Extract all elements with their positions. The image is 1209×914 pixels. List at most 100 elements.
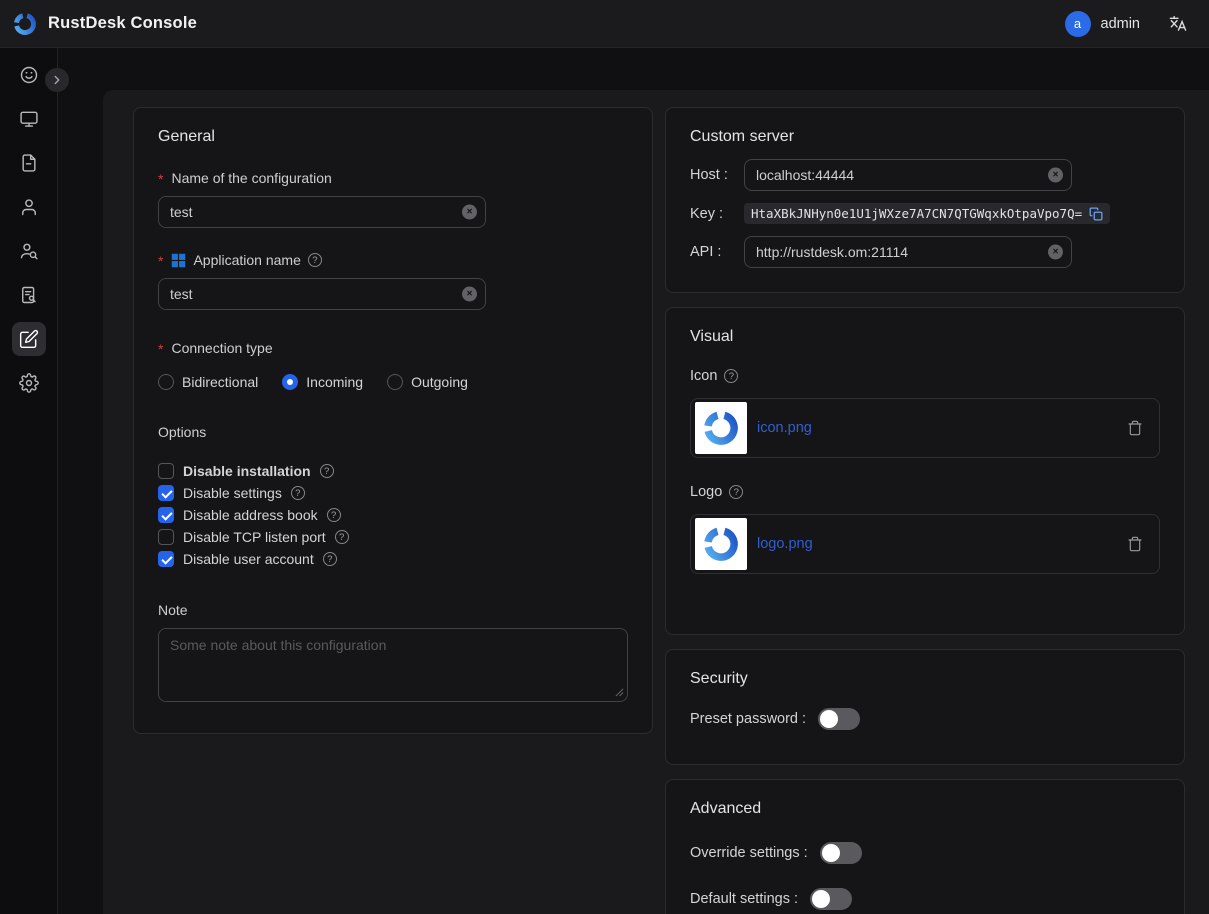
sidebar-item-settings[interactable]: [12, 366, 46, 400]
user-icon: [19, 197, 39, 217]
sidebar-item-console-config[interactable]: [12, 322, 46, 356]
clear-input-icon[interactable]: [1048, 168, 1063, 183]
logo-label: Logo: [690, 484, 1160, 500]
custom-server-title: Custom server: [690, 128, 1160, 146]
user-search-icon: [19, 241, 39, 261]
clear-input-icon[interactable]: [1048, 245, 1063, 260]
note-label: Note: [158, 602, 628, 618]
options-label: Options: [158, 424, 628, 440]
application-name-label: Application name: [158, 252, 628, 268]
note-textarea[interactable]: [158, 628, 628, 702]
help-icon[interactable]: [335, 530, 349, 544]
server-key-value: HtaXBkJNHyn0e1U1jWXze7A7CN7QTGWqxkOtpaVp…: [751, 206, 1082, 221]
checkbox-box[interactable]: [158, 507, 174, 523]
checkbox-box[interactable]: [158, 529, 174, 545]
checkbox-disable-address-book[interactable]: Disable address book: [158, 504, 628, 526]
help-icon[interactable]: [320, 464, 334, 478]
clear-input-icon[interactable]: [462, 205, 477, 220]
radio-bidirectional[interactable]: Bidirectional: [158, 374, 258, 390]
radio-incoming[interactable]: Incoming: [282, 374, 363, 390]
override-settings-toggle[interactable]: [820, 842, 862, 864]
checkbox-disable-tcp-listen-port[interactable]: Disable TCP listen port: [158, 526, 628, 548]
preset-password-label: Preset password :: [690, 711, 806, 727]
checkbox-disable-installation[interactable]: Disable installation: [158, 460, 628, 482]
default-settings-toggle[interactable]: [810, 888, 852, 910]
sidebar-item-groups[interactable]: [12, 234, 46, 268]
advanced-card: Advanced Override settings : Default set…: [665, 779, 1185, 914]
general-card: General Name of the configuration App: [133, 107, 653, 734]
avatar[interactable]: a: [1065, 11, 1091, 37]
sidebar-expand-button[interactable]: [45, 68, 69, 92]
icon-thumbnail: [695, 402, 747, 454]
radio-dot[interactable]: [158, 374, 174, 390]
help-icon[interactable]: [291, 486, 305, 500]
logo-thumbnail: [695, 518, 747, 570]
icon-label: Icon: [690, 368, 1160, 384]
main-panel: General Name of the configuration App: [103, 90, 1209, 914]
logo-file-row: logo.png: [690, 514, 1160, 574]
copy-icon[interactable]: [1089, 207, 1103, 221]
config-name-input[interactable]: [158, 196, 486, 228]
rustdesk-logo-icon: [12, 11, 38, 37]
sidebar-item-users[interactable]: [12, 190, 46, 224]
options-checklist: Disable installation Disable settings Di…: [158, 460, 628, 570]
radio-dot[interactable]: [282, 374, 298, 390]
app-title: RustDesk Console: [48, 14, 197, 33]
host-label: Host :: [690, 167, 744, 183]
general-title: General: [158, 128, 628, 146]
application-name-input[interactable]: [158, 278, 486, 310]
logo-file-link[interactable]: logo.png: [757, 536, 813, 552]
clear-input-icon[interactable]: [462, 287, 477, 302]
topbar: RustDesk Console a admin: [0, 0, 1209, 48]
sidebar: [0, 48, 58, 914]
api-label: API :: [690, 244, 744, 260]
icon-file-link[interactable]: icon.png: [757, 420, 812, 436]
edit-square-icon: [19, 329, 39, 349]
help-icon[interactable]: [327, 508, 341, 522]
preset-password-toggle[interactable]: [818, 708, 860, 730]
help-icon[interactable]: [323, 552, 337, 566]
trash-icon[interactable]: [1127, 536, 1143, 552]
help-icon[interactable]: [308, 253, 322, 267]
connection-type-label: Connection type: [158, 340, 628, 356]
host-input[interactable]: [744, 159, 1072, 191]
windows-logo-icon: [171, 253, 186, 268]
server-key-chip: HtaXBkJNHyn0e1U1jWXze7A7CN7QTGWqxkOtpaVp…: [744, 203, 1110, 224]
audit-log-icon: [19, 285, 39, 305]
visual-card: Visual Icon icon.png: [665, 307, 1185, 635]
checkbox-disable-settings[interactable]: Disable settings: [158, 482, 628, 504]
translate-icon[interactable]: [1168, 14, 1187, 33]
visual-title: Visual: [690, 328, 1160, 346]
security-title: Security: [690, 670, 1160, 688]
sidebar-item-devices[interactable]: [12, 102, 46, 136]
key-label: Key :: [690, 206, 744, 222]
trash-icon[interactable]: [1127, 420, 1143, 436]
help-icon[interactable]: [729, 485, 743, 499]
sidebar-item-logs[interactable]: [12, 146, 46, 180]
settings-gear-icon: [19, 373, 39, 393]
help-icon[interactable]: [724, 369, 738, 383]
smiley-icon: [19, 65, 39, 85]
connection-type-radio-group: Bidirectional Incoming Outgoing: [158, 374, 628, 390]
override-settings-label: Override settings :: [690, 845, 808, 861]
checkbox-box[interactable]: [158, 551, 174, 567]
checkbox-disable-user-account[interactable]: Disable user account: [158, 548, 628, 570]
username: admin: [1101, 16, 1141, 32]
security-card: Security Preset password :: [665, 649, 1185, 765]
default-settings-label: Default settings :: [690, 891, 798, 907]
custom-server-card: Custom server Host : Key : HtaXBkJNHyn0e…: [665, 107, 1185, 293]
chevron-right-icon: [50, 73, 64, 87]
sidebar-item-audit[interactable]: [12, 278, 46, 312]
sidebar-item-overview[interactable]: [12, 58, 46, 92]
api-input[interactable]: [744, 236, 1072, 268]
radio-outgoing[interactable]: Outgoing: [387, 374, 468, 390]
icon-file-row: icon.png: [690, 398, 1160, 458]
config-name-label: Name of the configuration: [158, 170, 628, 186]
monitor-icon: [19, 109, 39, 129]
document-icon: [19, 153, 39, 173]
checkbox-box[interactable]: [158, 485, 174, 501]
checkbox-box[interactable]: [158, 463, 174, 479]
radio-dot[interactable]: [387, 374, 403, 390]
user-menu[interactable]: a admin: [1065, 11, 1141, 37]
advanced-title: Advanced: [690, 800, 1160, 818]
